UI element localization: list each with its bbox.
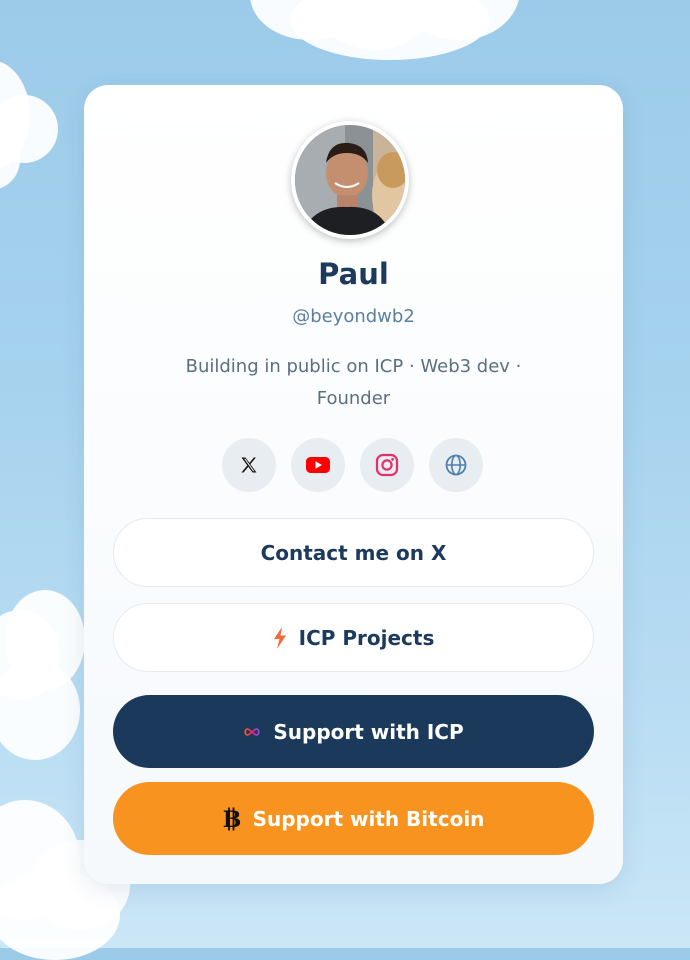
profile-card: Paul @beyondwb2 Building in public on IC… (84, 85, 623, 884)
website-link[interactable] (429, 438, 483, 492)
instagram-link[interactable] (360, 438, 414, 492)
cloud-top (250, 0, 540, 65)
globe-icon (445, 454, 467, 476)
support-bitcoin-button[interactable]: B Support with Bitcoin (113, 782, 594, 855)
icp-projects-label: ICP Projects (298, 625, 435, 650)
social-links (222, 438, 484, 492)
contact-button[interactable]: Contact me on X (113, 518, 594, 587)
profile-name: Paul (318, 257, 389, 291)
bitcoin-icon: B (223, 807, 241, 831)
youtube-icon (306, 457, 330, 473)
youtube-link[interactable] (291, 438, 345, 492)
contact-label: Contact me on X (260, 540, 447, 565)
cloud-left-middle (0, 590, 90, 770)
x-logo-icon (241, 457, 257, 473)
profile-handle: @beyondwb2 (292, 306, 415, 327)
cloud-left-top (0, 60, 60, 200)
avatar (291, 121, 409, 239)
lightning-icon (273, 626, 287, 649)
infinity-icon (243, 727, 261, 737)
support-bitcoin-label: Support with Bitcoin (252, 806, 485, 831)
icp-projects-button[interactable]: ICP Projects (113, 603, 594, 672)
x-link[interactable] (222, 438, 276, 492)
instagram-icon (375, 453, 399, 477)
avatar-photo (295, 125, 405, 235)
support-icp-button[interactable]: Support with ICP (113, 695, 594, 768)
svg-text:B: B (223, 807, 241, 831)
profile-bio: Building in public on ICP · Web3 dev · F… (185, 356, 522, 409)
support-icp-label: Support with ICP (273, 719, 464, 744)
